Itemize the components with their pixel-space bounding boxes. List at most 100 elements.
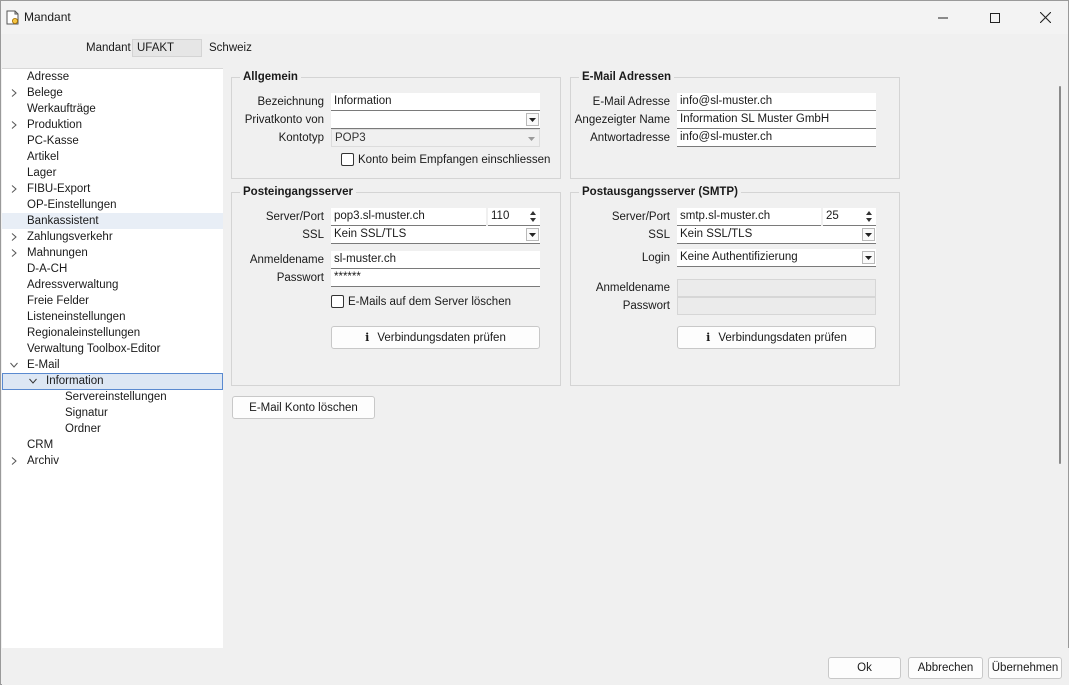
bezeichnung-label: Bezeichnung: [257, 96, 325, 108]
allgemein-group: Allgemein Bezeichnung Information Privat…: [231, 71, 561, 179]
chevron-right-icon[interactable]: [10, 185, 18, 193]
dropdown-arrow-icon[interactable]: [526, 113, 539, 126]
pe-server-input[interactable]: pop3.sl-muster.ch: [331, 208, 486, 226]
allgemein-title: Allgemein: [240, 71, 301, 83]
delete-account-button[interactable]: E-Mail Konto löschen: [232, 396, 375, 419]
server-loeschen-checkbox[interactable]: E-Mails auf dem Server löschen: [331, 295, 511, 308]
tree-item-lager[interactable]: Lager: [2, 165, 223, 181]
chevron-right-icon[interactable]: [10, 457, 18, 465]
maximize-icon: [990, 12, 1000, 23]
tree-item-fibu-export[interactable]: FIBU-Export: [2, 181, 223, 197]
konto-einschliessen-label: Konto beim Empfangen einschliessen: [358, 153, 551, 166]
chevron-right-icon[interactable]: [10, 89, 18, 97]
chevron-right-icon[interactable]: [10, 249, 18, 257]
antwortadresse-input[interactable]: info@sl-muster.ch: [677, 129, 876, 147]
posteingang-group: Posteingangsserver Server/Port pop3.sl-m…: [231, 186, 561, 386]
dropdown-arrow-icon[interactable]: [862, 228, 875, 241]
spinner-arrows-icon[interactable]: [527, 208, 539, 225]
dropdown-arrow-icon[interactable]: [526, 228, 539, 241]
tree-item-ordner[interactable]: Ordner: [2, 421, 223, 437]
kontotyp-select: POP3: [331, 129, 540, 147]
tree-item-label: Mahnungen: [27, 247, 88, 259]
pa-login-select[interactable]: Keine Authentifizierung: [677, 249, 876, 267]
apply-button[interactable]: Übernehmen: [988, 657, 1062, 679]
pa-verify-button[interactable]: i Verbindungsdaten prüfen: [677, 326, 876, 349]
email-adresse-label: E-Mail Adresse: [592, 96, 670, 108]
delete-account-label: E-Mail Konto löschen: [249, 401, 358, 414]
mandant-code-field: UFAKT: [132, 39, 202, 57]
tree-item-mahnungen[interactable]: Mahnungen: [2, 245, 223, 261]
chevron-down-icon[interactable]: [29, 377, 37, 385]
bezeichnung-input[interactable]: Information: [331, 93, 540, 111]
email-adresse-input[interactable]: info@sl-muster.ch: [677, 93, 876, 111]
posteingang-title: Posteingangsserver: [240, 186, 356, 198]
tree-item-artikel[interactable]: Artikel: [2, 149, 223, 165]
pe-passwort-value: ******: [334, 271, 361, 283]
tree-item-label: CRM: [27, 439, 54, 451]
chevron-right-icon[interactable]: [10, 233, 18, 241]
window-title: Mandant: [24, 10, 71, 24]
tree-item-belege[interactable]: Belege: [2, 85, 223, 101]
tree-item-label: Regionaleinstellungen: [27, 327, 141, 339]
maximize-button[interactable]: [972, 1, 1018, 34]
tree-item-label: Servereinstellungen: [65, 391, 167, 403]
tree-item-information[interactable]: Information: [2, 373, 223, 390]
pe-verify-button[interactable]: i Verbindungsdaten prüfen: [331, 326, 540, 349]
pe-port-input[interactable]: 110: [488, 208, 540, 226]
tree-item-adressverwaltung[interactable]: Adressverwaltung: [2, 277, 223, 293]
tree-item-bankassistent[interactable]: Bankassistent: [2, 213, 223, 229]
pe-ssl-select[interactable]: Kein SSL/TLS: [331, 226, 540, 244]
pa-ssl-value: Kein SSL/TLS: [680, 228, 753, 240]
vertical-scrollbar[interactable]: [1053, 68, 1068, 648]
pa-ssl-select[interactable]: Kein SSL/TLS: [677, 226, 876, 244]
pa-login-label: Login: [641, 252, 670, 264]
tree-item-adresse[interactable]: Adresse: [2, 69, 223, 85]
tree-item-pc-kasse[interactable]: PC-Kasse: [2, 133, 223, 149]
tree-item-label: Information: [46, 375, 104, 387]
tree-item-verwaltung-toolbox-editor[interactable]: Verwaltung Toolbox-Editor: [2, 341, 223, 357]
tree-item-freie-felder[interactable]: Freie Felder: [2, 293, 223, 309]
tree-item-produktion[interactable]: Produktion: [2, 117, 223, 133]
tree-item-label: Adresse: [27, 71, 70, 83]
tree-item-label: PC-Kasse: [27, 135, 79, 147]
tree-item-label: Belege: [27, 87, 63, 99]
scrollbar-thumb[interactable]: [1059, 86, 1061, 464]
minimize-button[interactable]: [920, 1, 966, 34]
title-bar: Mandant: [1, 1, 1068, 34]
tree-item-signatur[interactable]: Signatur: [2, 405, 223, 421]
pe-port-value: 110: [491, 210, 510, 222]
tree-item-op-einstellungen[interactable]: OP-Einstellungen: [2, 197, 223, 213]
tree-item-label: E-Mail: [27, 359, 60, 371]
tree-item-regionaleinstellungen[interactable]: Regionaleinstellungen: [2, 325, 223, 341]
angezeigter-name-input[interactable]: Information SL Muster GmbH: [677, 111, 876, 129]
pe-anmeldename-input[interactable]: sl-muster.ch: [331, 251, 540, 269]
tree-item-label: Freie Felder: [27, 295, 89, 307]
server-loeschen-label: E-Mails auf dem Server löschen: [348, 295, 511, 308]
chevron-down-icon[interactable]: [10, 361, 18, 369]
tree-item-listeneinstellungen[interactable]: Listeneinstellungen: [2, 309, 223, 325]
dropdown-arrow-icon[interactable]: [862, 251, 875, 264]
tree-item-crm[interactable]: CRM: [2, 437, 223, 453]
tree-item-e-mail[interactable]: E-Mail: [2, 357, 223, 373]
close-button[interactable]: [1022, 1, 1068, 34]
pa-verify-label: Verbindungsdaten prüfen: [718, 331, 847, 344]
checkbox-box[interactable]: [331, 295, 344, 308]
pe-passwort-input[interactable]: ******: [331, 269, 540, 287]
tree-item-zahlungsverkehr[interactable]: Zahlungsverkehr: [2, 229, 223, 245]
tree-item-d-a-ch[interactable]: D-A-CH: [2, 261, 223, 277]
pe-verify-label: Verbindungsdaten prüfen: [377, 331, 506, 344]
tree-item-werkauftraege[interactable]: Werkaufträge: [2, 101, 223, 117]
tree-item-archiv[interactable]: Archiv: [2, 453, 223, 469]
spinner-arrows-icon[interactable]: [863, 208, 875, 225]
ok-button[interactable]: Ok: [828, 657, 901, 679]
pa-port-input[interactable]: 25: [823, 208, 876, 226]
cancel-button[interactable]: Abbrechen: [908, 657, 983, 679]
navigation-tree: Adresse Belege Werkaufträge Produktion P…: [2, 68, 223, 648]
tree-item-label: Archiv: [27, 455, 59, 467]
tree-item-servereinstellungen[interactable]: Servereinstellungen: [2, 389, 223, 405]
pa-server-input[interactable]: smtp.sl-muster.ch: [677, 208, 821, 226]
checkbox-box[interactable]: [341, 153, 354, 166]
chevron-right-icon[interactable]: [10, 121, 18, 129]
privatkonto-select[interactable]: [331, 111, 540, 129]
konto-einschliessen-checkbox[interactable]: Konto beim Empfangen einschliessen: [341, 153, 550, 166]
